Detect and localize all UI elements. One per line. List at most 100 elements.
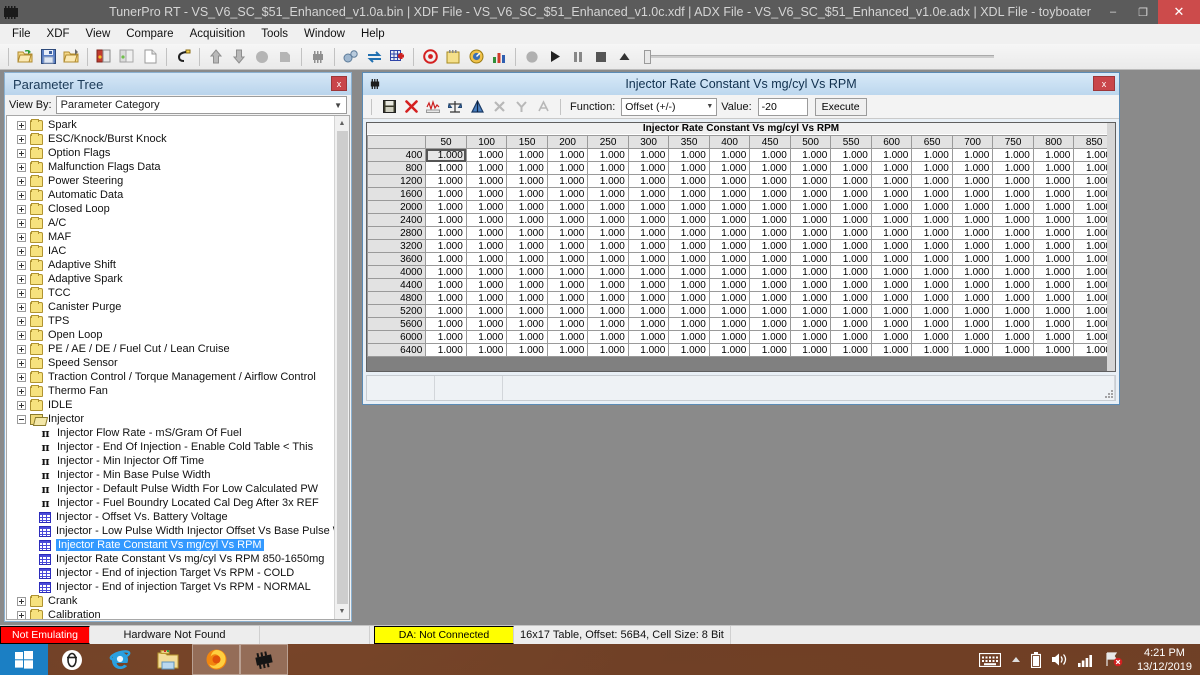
firefox-icon[interactable] [192,644,240,675]
table-cell[interactable]: 1.000 [465,317,508,331]
table-cell[interactable]: 1.000 [789,343,832,357]
table-cell[interactable]: 1.000 [668,187,710,201]
expand-icon[interactable] [17,218,26,228]
expand-icon[interactable] [17,274,26,284]
table-cell[interactable]: 1.000 [830,265,872,279]
table-cell[interactable]: 1.000 [587,317,629,331]
row-header[interactable]: 4000 [367,265,427,279]
table-cell[interactable]: 1.000 [708,161,751,175]
row-header[interactable]: 4400 [367,278,427,292]
expand-icon[interactable] [17,288,26,298]
table-cell[interactable]: 1.000 [546,291,589,305]
table-cell[interactable]: 1.000 [1032,343,1075,357]
table-cell[interactable]: 1.000 [506,304,548,318]
table-cell[interactable]: 1.000 [749,148,791,162]
table-cell[interactable]: 1.000 [830,291,872,305]
expand-icon[interactable] [17,120,26,130]
table-cell[interactable]: 1.000 [749,330,791,344]
table-cell[interactable]: 1.000 [749,226,791,240]
record-icon[interactable] [419,46,441,68]
tree-item[interactable]: Spark [7,118,334,132]
table-cell[interactable]: 1.000 [425,304,467,318]
table-row[interactable]: 3600 1.000 1.000 1.000 1.000 1.000 1.000 1.000 1… [367,252,1115,266]
close-button[interactable]: ✕ [1158,0,1200,24]
table-cell[interactable]: 1.000 [465,330,508,344]
table-cell[interactable]: 1.000 [911,278,953,292]
scroll-up-button[interactable]: ▲ [335,116,350,131]
table-cell[interactable]: 1.000 [870,265,913,279]
column-header[interactable]: 800 [1032,135,1075,149]
tree-item[interactable]: Calibration [7,608,334,619]
table-cell[interactable]: 1.000 [546,265,589,279]
table-cell[interactable]: 1.000 [870,278,913,292]
table-cell[interactable]: 1.000 [870,239,913,253]
expand-icon[interactable] [17,148,26,158]
table-cell[interactable]: 1.000 [668,291,710,305]
table-row[interactable]: 1200 1.000 1.000 1.000 1.000 1.000 1.000 1.000 1… [367,174,1115,188]
menu-file[interactable]: File [4,26,39,42]
table-cell[interactable]: 1.000 [465,226,508,240]
table-cell[interactable]: 1.000 [789,265,832,279]
table-cell[interactable]: 1.000 [951,265,994,279]
save-table-icon[interactable] [379,97,399,117]
table-cell[interactable]: 1.000 [1032,330,1075,344]
column-header[interactable]: 150 [506,135,548,149]
menu-window[interactable]: Window [296,26,353,42]
upload-icon[interactable] [205,46,227,68]
tree-item[interactable]: Injector [7,412,334,426]
table-cell[interactable]: 1.000 [749,317,791,331]
table-cell[interactable]: 1.000 [870,213,913,227]
table-cell[interactable]: 1.000 [708,239,751,253]
start-button[interactable] [0,644,48,675]
tree-item[interactable]: π Injector - End Of Injection - Enable Co… [7,440,334,454]
table-cell[interactable]: 1.000 [911,187,953,201]
table-cell[interactable]: 1.000 [668,304,710,318]
table-cell[interactable]: 1.000 [587,226,629,240]
function-select[interactable]: Offset (+/-) ▼ [621,97,718,116]
tree-item[interactable]: π Injector - Min Base Pulse Width [7,468,334,482]
table-cell[interactable]: 1.000 [992,148,1034,162]
table-cell[interactable]: 1.000 [789,317,832,331]
table-cell[interactable]: 1.000 [830,174,872,188]
expand-icon[interactable] [17,610,26,619]
table-cell[interactable]: 1.000 [911,226,953,240]
stop-grey-icon[interactable] [521,46,543,68]
table-cell[interactable]: 1.000 [708,291,751,305]
table-cell[interactable]: 1.000 [506,239,548,253]
column-header[interactable]: 650 [911,135,953,149]
table-cell[interactable]: 1.000 [465,265,508,279]
table-cell[interactable]: 1.000 [830,200,872,214]
table-cell[interactable]: 1.000 [1032,161,1075,175]
table-cell[interactable]: 1.000 [911,213,953,227]
tree-item[interactable]: TPS [7,314,334,328]
table-cell[interactable]: 1.000 [465,278,508,292]
table-cell[interactable]: 1.000 [546,343,589,357]
table-cell[interactable]: 1.000 [668,239,710,253]
table-cell[interactable]: 1.000 [627,161,670,175]
table-cell[interactable]: 1.000 [627,343,670,357]
table-cell[interactable]: 1.000 [506,187,548,201]
expand-icon[interactable] [17,400,26,410]
table-cell[interactable]: 1.000 [1032,148,1075,162]
table-cell[interactable]: 1.000 [587,252,629,266]
tree-item[interactable]: Open Loop [7,328,334,342]
tree-item[interactable]: ESC/Knock/Burst Knock [7,132,334,146]
table-cell[interactable]: 1.000 [789,239,832,253]
column-header[interactable]: 350 [668,135,710,149]
table-cell[interactable]: 1.000 [789,278,832,292]
table-cell[interactable]: 1.000 [546,200,589,214]
table-cell[interactable]: 1.000 [506,265,548,279]
row-header[interactable]: 3200 [367,239,427,253]
table-cell[interactable]: 1.000 [627,174,670,188]
pause-icon[interactable] [567,46,589,68]
table-cell[interactable]: 1.000 [1032,304,1075,318]
network-error-icon[interactable] [1105,652,1123,667]
stop-icon[interactable] [590,46,612,68]
table-cell[interactable]: 1.000 [465,187,508,201]
table-cell[interactable]: 1.000 [587,148,629,162]
table-cell[interactable]: 1.000 [627,265,670,279]
table-cell[interactable]: 1.000 [789,304,832,318]
row-header[interactable]: 5600 [367,317,427,331]
table-cell[interactable]: 1.000 [465,291,508,305]
table-cell[interactable]: 1.000 [830,187,872,201]
